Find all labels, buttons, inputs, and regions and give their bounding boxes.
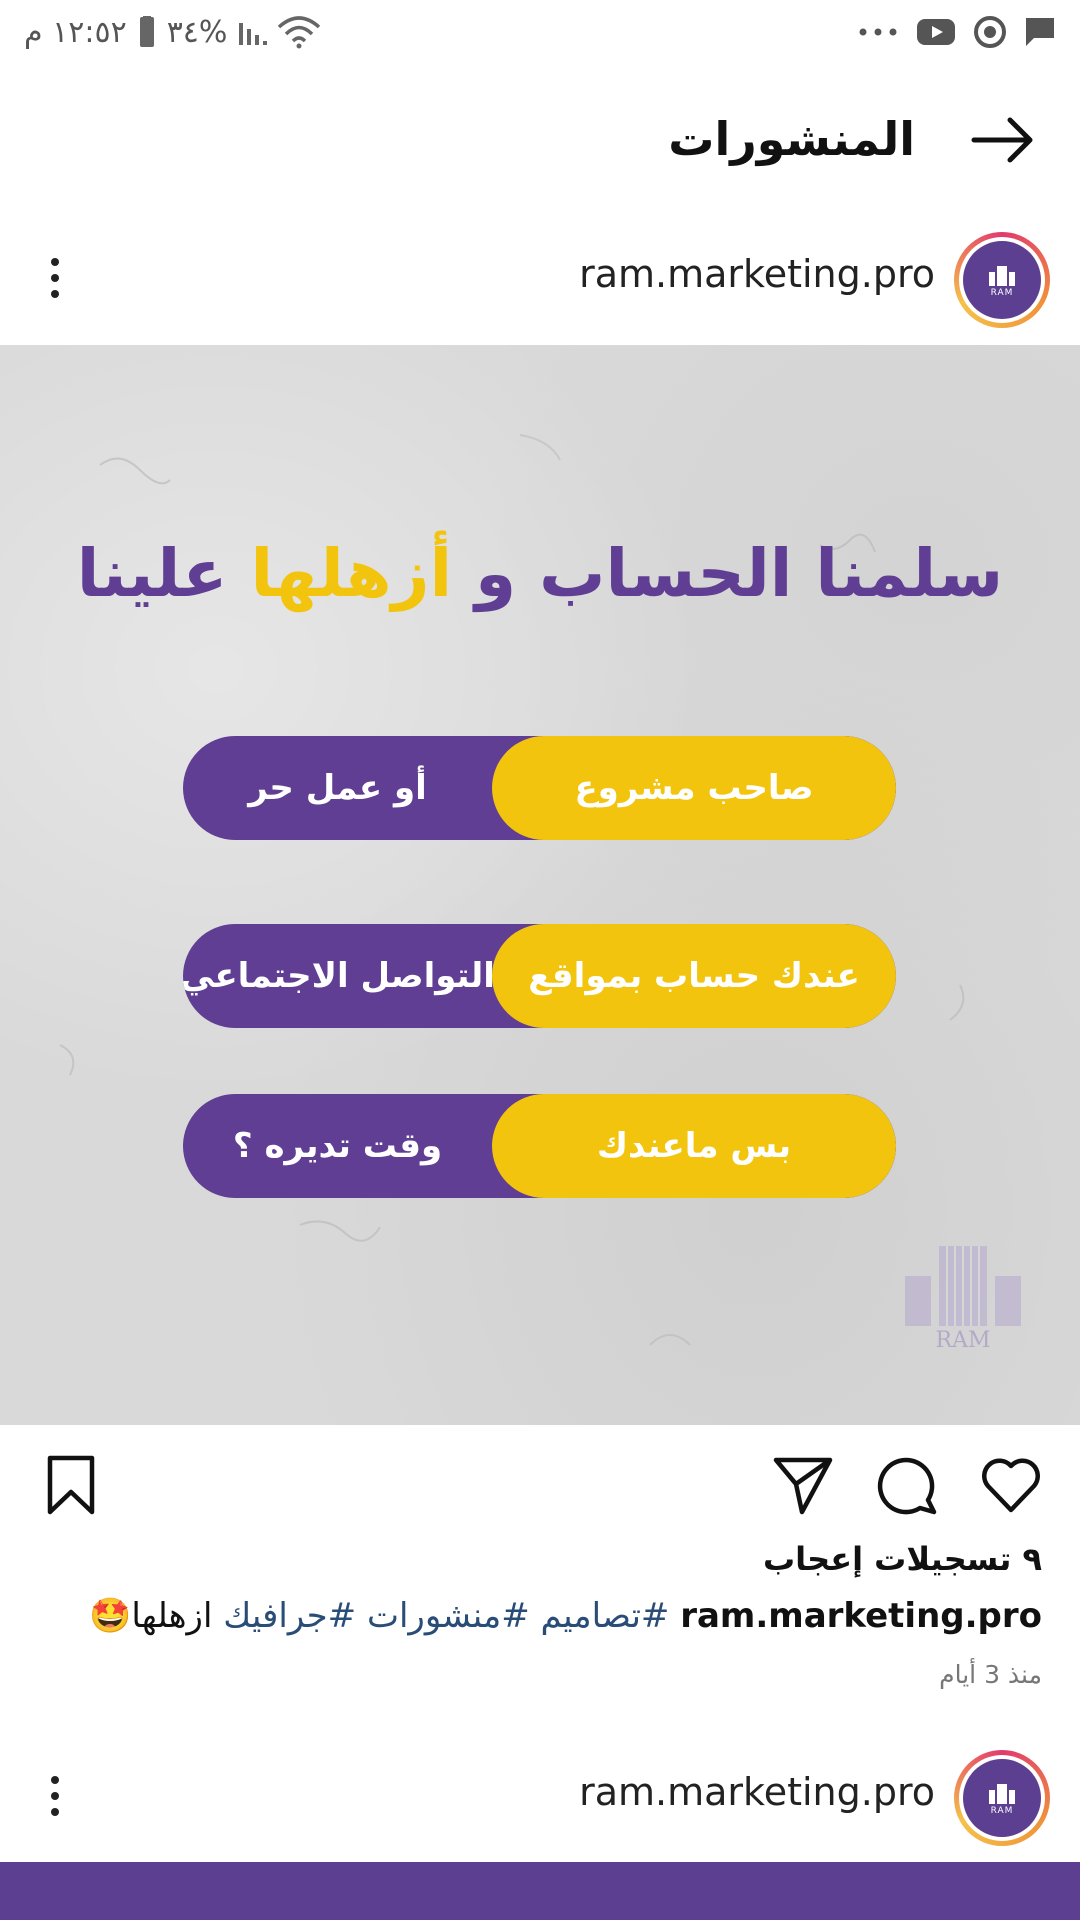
dot: [51, 290, 59, 298]
pill-purple-text: وقت تديره ؟: [232, 1126, 443, 1166]
dot: [51, 1776, 59, 1784]
more-options-button[interactable]: [40, 248, 70, 308]
time-text: ١٢:٥٢ م: [24, 14, 127, 50]
battery-percent-text: ٣٤%: [166, 14, 228, 50]
headline-part1: سلمنا الحساب و: [475, 535, 1004, 612]
avatar-text: RAM: [990, 1806, 1014, 1816]
wifi-icon: [277, 15, 321, 49]
avatar-image: RAM: [963, 241, 1041, 319]
headline-part2: علينا: [76, 535, 228, 612]
app-header: المنشورات: [0, 64, 1080, 214]
dot: [51, 274, 59, 282]
post-headline: سلمنا الحساب و أزهلها علينا: [0, 535, 1080, 612]
avatar-image: RAM: [963, 1759, 1041, 1837]
next-post-image[interactable]: [0, 1862, 1080, 1920]
avatar[interactable]: RAM: [954, 232, 1050, 328]
post-header: ram.marketing.pro RAM: [0, 218, 1080, 338]
building-logo-icon: [905, 1246, 1021, 1326]
share-button[interactable]: [772, 1454, 834, 1516]
save-button[interactable]: [40, 1454, 102, 1516]
avatar-text: RAM: [990, 288, 1014, 298]
watermark-logo: RAM: [888, 1240, 1038, 1353]
pill-purple-text: التواصل الاجتماعي: [183, 956, 495, 996]
more-options-button[interactable]: [40, 1766, 70, 1826]
caption-text: ازهلها: [131, 1596, 213, 1636]
post-caption: ram.marketing.pro #تصاميم #منشورات #جراف…: [89, 1596, 1042, 1636]
avatar-inner: RAM: [959, 237, 1045, 323]
bookmark-icon: [47, 1455, 95, 1515]
post-actions: [0, 1440, 1080, 1530]
comment-button[interactable]: [876, 1454, 938, 1516]
caption-username[interactable]: ram.marketing.pro: [680, 1596, 1042, 1636]
chat-icon: [1024, 16, 1056, 48]
dot: [51, 1792, 59, 1800]
send-icon: [773, 1457, 833, 1515]
status-system-area: ١٢:٥٢ م ٣٤%: [24, 15, 321, 50]
arrow-right-icon: [971, 117, 1033, 163]
pill-3: وقت تديره ؟ بس ماعندك: [183, 1094, 896, 1198]
pill-2: التواصل الاجتماعي عندك حساب بمواقع: [183, 924, 896, 1028]
heart-icon: [982, 1458, 1040, 1513]
post-username[interactable]: ram.marketing.pro: [579, 252, 935, 296]
caption-emoji: 🤩: [89, 1596, 132, 1636]
hashtag[interactable]: #تصاميم: [541, 1596, 670, 1636]
hashtag[interactable]: #جرافيك: [223, 1596, 356, 1636]
battery-icon: [137, 16, 157, 48]
more-dots-icon: [858, 27, 898, 37]
pill-1: أو عمل حر صاحب مشروع: [183, 736, 896, 840]
pill-yellow-text: صاحب مشروع: [492, 736, 896, 840]
post-username[interactable]: ram.marketing.pro: [579, 1770, 935, 1814]
signal-icon: [237, 17, 268, 47]
pill-purple-text: أو عمل حر: [248, 768, 427, 808]
youtube-icon: [916, 17, 956, 47]
post-time: منذ 3 أيام: [939, 1660, 1042, 1689]
headline-accent: أزهلها: [250, 535, 453, 612]
avatar[interactable]: RAM: [954, 1750, 1050, 1846]
pill-yellow-text: بس ماعندك: [492, 1094, 896, 1198]
building-logo-icon: [989, 1784, 1015, 1804]
status-bar: ١٢:٥٢ م ٣٤%: [0, 0, 1080, 64]
comment-icon: [877, 1457, 937, 1515]
hashtag[interactable]: #منشورات: [367, 1596, 530, 1636]
status-notifications: [858, 16, 1056, 48]
avatar-inner: RAM: [959, 1755, 1045, 1841]
chrome-icon: [974, 16, 1006, 48]
likes-count[interactable]: ٩ تسجيلات إعجاب: [763, 1540, 1042, 1578]
back-button[interactable]: [968, 112, 1038, 168]
like-button[interactable]: [980, 1454, 1042, 1516]
dot: [51, 1808, 59, 1816]
dot: [51, 258, 59, 266]
next-post-header: ram.marketing.pro RAM: [0, 1736, 1080, 1856]
building-logo-icon: [989, 266, 1015, 286]
watermark-text: RAM: [935, 1328, 991, 1353]
pill-yellow-text: عندك حساب بمواقع: [492, 924, 896, 1028]
page-title: المنشورات: [668, 112, 915, 166]
